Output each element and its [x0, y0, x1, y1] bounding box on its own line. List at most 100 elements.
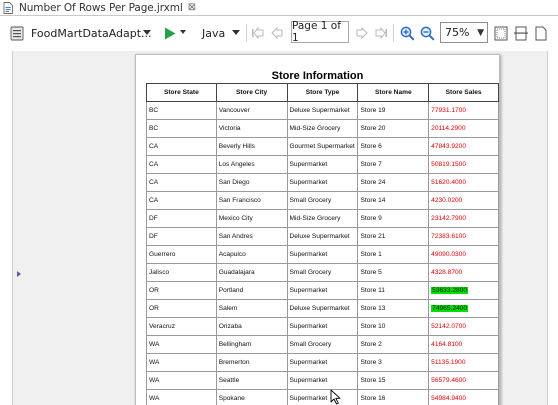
- store-sales-cell: 4230.0200: [428, 191, 499, 210]
- store-state-cell: CA: [146, 191, 217, 210]
- prev-page-icon[interactable]: [270, 26, 284, 40]
- zoom-select[interactable]: 75% ▼: [440, 22, 488, 43]
- table-body: BC Vancouver Deluxe Supermarket Store 19 779…: [146, 101, 499, 405]
- column-header: Store Sales: [428, 83, 499, 102]
- column-header: Store Name: [357, 83, 430, 102]
- store-name-cell: Store 21: [357, 227, 430, 246]
- store-city-cell: Spokane: [215, 389, 288, 405]
- column-header: Store State: [146, 83, 217, 102]
- store-sales-cell: 49090.0300: [428, 245, 499, 264]
- page-indicator-text: Page 1 of 1: [292, 20, 341, 44]
- store-state-cell: Veracruz: [146, 317, 217, 336]
- zoom-out-icon[interactable]: [419, 25, 435, 41]
- store-sales-cell: 50819.1500: [428, 155, 499, 174]
- store-type-cell: Deluxe Supermarket: [286, 101, 359, 120]
- fit-page-icon[interactable]: [493, 25, 509, 41]
- store-sales-cell: 72383.6100: [428, 227, 499, 246]
- store-type-cell: Deluxe Supermarket: [286, 299, 359, 318]
- table-row: OR Portland Supermarket Store 11 53633.2800: [146, 281, 499, 300]
- store-city-cell: Guadalajara: [215, 263, 288, 282]
- store-name-cell: Store 1: [357, 245, 430, 264]
- close-icon[interactable]: ⊠: [188, 2, 196, 13]
- store-state-cell: WA: [146, 371, 217, 390]
- store-sales-value: 47843.9200: [431, 143, 467, 150]
- datasource-label: FoodMartDataAdapt...: [31, 26, 152, 40]
- store-city-cell: Orizaba: [215, 317, 288, 336]
- store-type-cell: Small Grocery: [286, 191, 359, 210]
- store-name-cell: Store 20: [357, 119, 430, 138]
- table-row: WA Spokane Supermarket Store 16 54984.9400: [146, 389, 499, 405]
- column-header: Store City: [215, 83, 288, 102]
- store-sales-cell: 56579.4600: [428, 371, 499, 390]
- table-header-row: Store State Store City Store Type Store …: [146, 83, 499, 102]
- store-type-cell: Small Grocery: [286, 335, 359, 354]
- store-city-cell: Bellingham: [215, 335, 288, 354]
- store-sales-cell: 47843.9200: [428, 137, 499, 156]
- report-page: Store Information Store State Store City…: [135, 54, 500, 405]
- store-name-cell: Store 15: [357, 371, 430, 390]
- actual-size-icon[interactable]: [533, 25, 549, 41]
- store-name-cell: Store 13: [357, 299, 430, 318]
- store-city-cell: Seattle: [215, 371, 288, 390]
- store-sales-value: 52142.0700: [431, 323, 467, 330]
- report-title: Store Information: [271, 70, 364, 82]
- table-row: OR Salem Deluxe Supermarket Store 13 74965.2…: [146, 299, 499, 318]
- store-state-cell: WA: [146, 353, 217, 372]
- store-city-cell: San Andres: [215, 227, 288, 246]
- store-type-cell: Supermarket: [286, 317, 359, 336]
- collapse-handle-icon[interactable]: [17, 271, 21, 277]
- editor-tab-strip: Number Of Rows Per Page.jrxml ⊠: [0, 0, 558, 16]
- table-row: BC Victoria Mid-Size Grocery Store 20 20114.…: [146, 119, 499, 138]
- report-preview-area[interactable]: Store Information Store State Store City…: [12, 51, 548, 405]
- datasource-icon[interactable]: [9, 25, 25, 41]
- store-city-cell: Los Angeles: [215, 155, 288, 174]
- store-type-cell: Supermarket: [286, 389, 359, 405]
- language-dropdown-icon[interactable]: [232, 30, 240, 35]
- store-sales-value: 4328.8700: [431, 269, 463, 276]
- editor-tab[interactable]: Number Of Rows Per Page.jrxml ⊠: [0, 0, 203, 15]
- store-city-cell: San Francisco: [215, 191, 288, 210]
- store-sales-value: 72383.6100: [431, 233, 467, 240]
- store-sales-cell: 4328.8700: [428, 263, 499, 282]
- store-state-cell: WA: [146, 389, 217, 405]
- table-row: Veracruz Orizaba Supermarket Store 10 52142.…: [146, 317, 499, 336]
- store-name-cell: Store 6: [357, 137, 430, 156]
- store-sales-cell: 51620.4000: [428, 173, 499, 192]
- language-selector[interactable]: Java: [202, 26, 225, 40]
- page-indicator: Page 1 of 1: [291, 20, 349, 44]
- table-row: Guerrero Acapulco Supermarket Store 1 49090.…: [146, 245, 499, 264]
- store-state-cell: DF: [146, 227, 217, 246]
- zoom-in-icon[interactable]: [399, 25, 415, 41]
- table-row: CA San Diego Supermarket Store 24 51620.4000: [146, 173, 499, 192]
- table-row: DF Mexico City Mid-Size Grocery Store 9 2314…: [146, 209, 499, 228]
- store-sales-cell: 53633.2800: [428, 281, 499, 300]
- chevron-down-icon: ▼: [477, 28, 484, 38]
- run-icon[interactable]: [163, 26, 177, 40]
- datasource-selector[interactable]: FoodMartDataAdapt...: [31, 26, 152, 40]
- store-sales-cell: 74965.2400: [428, 299, 499, 318]
- store-state-cell: CA: [146, 155, 217, 174]
- store-city-cell: Bremerton: [215, 353, 288, 372]
- last-page-icon[interactable]: [374, 26, 388, 40]
- store-sales-cell: 23142.7900: [428, 209, 499, 228]
- store-city-cell: Beverly Hills: [215, 137, 288, 156]
- store-sales-value: 53633.2800: [431, 287, 469, 294]
- store-name-cell: Store 3: [357, 353, 430, 372]
- datasource-dropdown-icon[interactable]: [143, 30, 151, 35]
- store-sales-value: 56579.4600: [431, 377, 467, 384]
- next-page-icon[interactable]: [355, 26, 369, 40]
- store-sales-value: 4230.0200: [431, 197, 463, 204]
- table-row: CA Beverly Hills Gourmet Supermarket Store …: [146, 137, 499, 156]
- store-city-cell: Acapulco: [215, 245, 288, 264]
- store-state-cell: Guerrero: [146, 245, 217, 264]
- first-page-icon[interactable]: [251, 26, 265, 40]
- store-sales-value: 23142.7900: [431, 215, 467, 222]
- store-sales-cell: 4164.8100: [428, 335, 499, 354]
- store-type-cell: Supermarket: [286, 353, 359, 372]
- run-dropdown-icon[interactable]: [180, 30, 186, 34]
- store-state-cell: BC: [146, 119, 217, 138]
- column-header: Store Type: [286, 83, 359, 102]
- store-sales-value: 74965.2400: [431, 305, 469, 312]
- store-name-cell: Store 10: [357, 317, 430, 336]
- fit-width-icon[interactable]: [513, 25, 529, 41]
